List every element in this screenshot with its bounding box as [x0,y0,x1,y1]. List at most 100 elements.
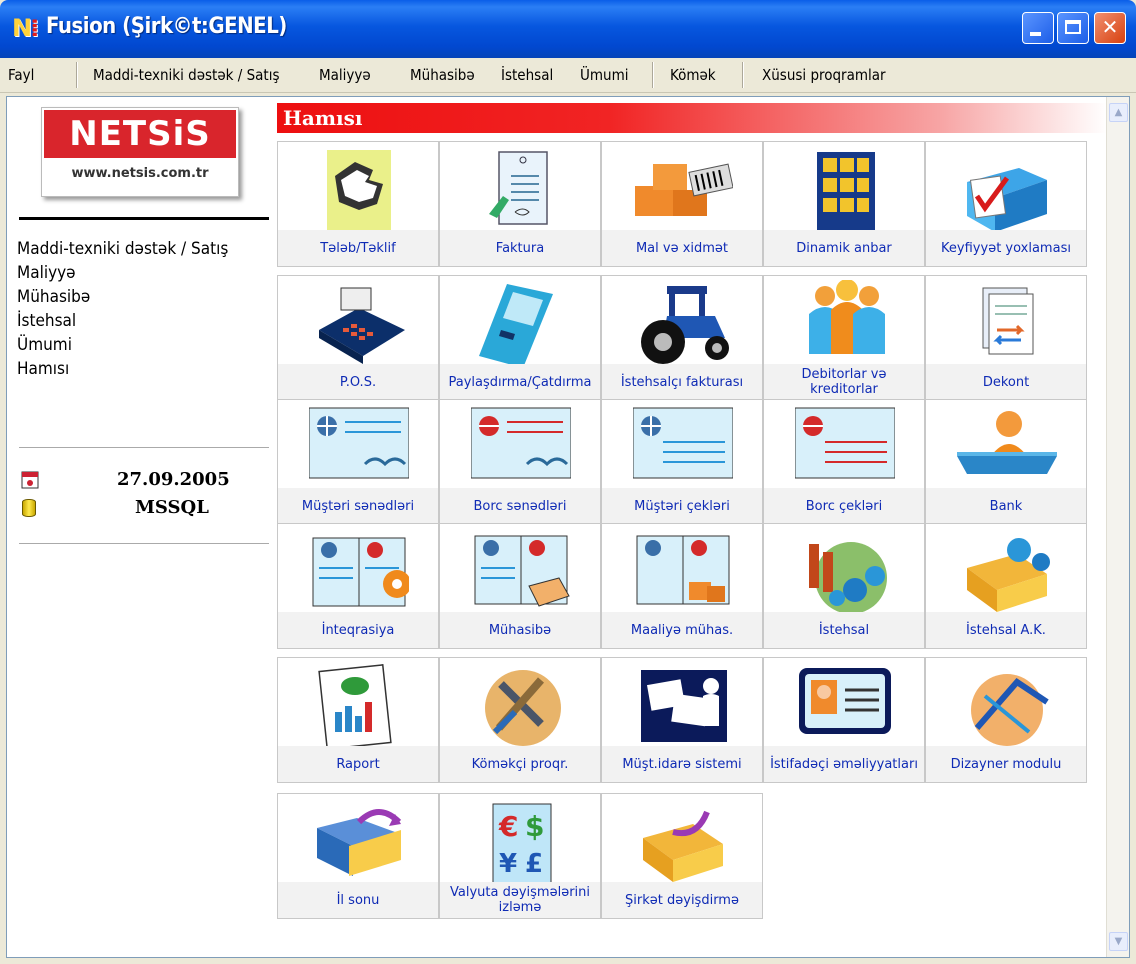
close-button[interactable] [1094,12,1126,44]
module-tile-label: İl sonu [278,882,438,918]
menu-accounting[interactable]: Mühasibə [410,66,475,84]
menu-help[interactable]: Kömək [670,66,716,84]
bank-person-icon [957,411,1057,474]
module-tile[interactable]: Keyfiyyət yoxlaması [925,141,1087,267]
nav-item-general[interactable]: Ümumi [17,333,257,357]
module-tile-label: Dizayner modulu [926,746,1086,782]
module-tile[interactable]: Şirkət dəyişdirmə [601,793,763,919]
module-tile[interactable]: Dinamik anbar [763,141,925,267]
invoice-icon [489,151,548,225]
menu-bar: Fayl Maddi-texniki dəstək / Satış Maliyy… [0,58,1136,93]
netsis-logo[interactable]: NETSiS www.netsis.com.tr [41,107,239,197]
app-logo-letter: N [12,14,32,42]
module-tile[interactable]: Bank [925,399,1087,525]
module-tile-label: Bank [926,488,1086,524]
sidebar: NETSiS www.netsis.com.tr Maddi-texniki d… [7,97,277,957]
module-tile-label: Valyuta dəyişmələrini izləmə [440,882,600,918]
module-tile[interactable]: Tələb/Təklif [277,141,439,267]
module-tile[interactable]: Borc sənədləri [439,399,601,525]
module-tile[interactable]: Müşt.idarə sistemi [601,657,763,783]
module-tile[interactable]: Köməkçi proqr. [439,657,601,783]
menu-special-programs[interactable]: Xüsusi proqramlar [762,66,886,84]
module-tile-label: İstifadəçi əməliyyatları [764,746,924,782]
module-tile[interactable]: Debitorlar və kreditorlar [763,275,925,401]
module-tile[interactable]: Dizayner modulu [925,657,1087,783]
scroll-up-icon[interactable]: ▲ [1109,103,1128,122]
module-tile-label: Borc sənədləri [440,488,600,524]
menu-production[interactable]: İstehsal [501,66,553,84]
module-tile-label: İnteqrasiya [278,612,438,648]
debt-cheque-icon [795,407,895,479]
client-area: NETSiS www.netsis.com.tr Maddi-texniki d… [6,96,1130,958]
module-tile[interactable]: İl sonu [277,793,439,919]
module-tile[interactable]: P.O.S. [277,275,439,401]
module-tile[interactable]: İstifadəçi əməliyyatları [763,657,925,783]
folder-arrow-icon [317,809,402,876]
module-tile-label: Müştəri sənədləri [278,488,438,524]
svg-text:€: € [498,810,518,843]
section-header: Hamısı [277,103,1107,133]
module-tile[interactable]: Müştəri çekləri [601,399,763,525]
module-tile[interactable]: Raport [277,657,439,783]
nav-item-all[interactable]: Hamısı [17,357,257,381]
nav-item-logistics-sales[interactable]: Maddi-texniki dəstək / Satış [17,237,257,261]
menu-file[interactable]: Fayl [8,66,34,84]
module-tile-label: Debitorlar və kreditorlar [764,364,924,400]
divider [19,447,269,448]
designer-icon [971,674,1049,746]
module-tile[interactable]: Müştəri sənədləri [277,399,439,525]
module-tile[interactable]: Mal və xidmət [601,141,763,267]
module-tile[interactable]: Mühasibə [439,523,601,649]
menu-separator [76,62,77,88]
menu-separator [742,62,743,88]
module-tile-label: Tələb/Təklif [278,230,438,266]
window-title: Fusion (Şirk©t:GENEL) [46,14,287,39]
module-tile[interactable]: İstehsal [763,523,925,649]
module-tile-label: Borc çekləri [764,488,924,524]
module-tile-label: Raport [278,746,438,782]
report-chart-icon [318,664,392,750]
svg-text:£: £ [525,849,543,879]
module-tile[interactable]: Borc çekləri [763,399,925,525]
nav-item-finance[interactable]: Maliyyə [17,261,257,285]
module-tile-label: İstehsal [764,612,924,648]
module-tile[interactable]: İstehsalçı fakturası [601,275,763,401]
minimize-button[interactable] [1022,12,1054,44]
book-gear-icon [312,537,409,607]
customer-cheque-icon [633,407,733,479]
module-tile-label: Maaliyə mühas. [602,612,762,648]
module-tile[interactable]: İnteqrasiya [277,523,439,649]
brand-url: www.netsis.com.tr [71,166,209,181]
divider [19,217,269,220]
pos-terminal-icon [319,287,405,364]
nav-item-production[interactable]: İstehsal [17,309,257,333]
module-tile-label: Müşt.idarə sistemi [602,746,762,782]
module-tile-label: Mühasibə [440,612,600,648]
menu-finance[interactable]: Maliyyə [319,66,371,84]
menu-general[interactable]: Ümumi [580,66,628,84]
title-bar[interactable]: N⁞ Fusion (Şirk©t:GENEL) [0,0,1136,58]
brand-name: NETSiS [44,110,236,158]
hands-icon [327,150,391,230]
maximize-button[interactable] [1057,12,1089,44]
vertical-scrollbar[interactable]: ▲ ▼ [1106,97,1129,957]
module-tile[interactable]: € $ ¥ £ Valyuta dəyişmələrini izləmə [439,793,601,919]
module-tile[interactable]: İstehsal A.K. [925,523,1087,649]
menu-logistics-sales[interactable]: Maddi-texniki dəstək / Satış [93,66,279,84]
module-tile[interactable]: Faktura [439,141,601,267]
people-icon [809,280,885,354]
book-calculator-icon [474,535,570,607]
module-tile[interactable]: Maaliyə mühas. [601,523,763,649]
calendar-icon [21,471,39,489]
debt-docs-icon [471,407,571,479]
module-tile[interactable]: Paylaşdırma/Çatdırma [439,275,601,401]
module-tile[interactable]: Dekont [925,275,1087,401]
module-tile-label: P.O.S. [278,364,438,400]
quality-check-icon [967,168,1047,232]
module-tile-label: İstehsal A.K. [926,612,1086,648]
customer-docs-icon [309,407,409,479]
scroll-down-icon[interactable]: ▼ [1109,932,1128,951]
session-date: 27.09.2005 [117,469,230,490]
warehouse-shelf-icon [817,152,875,230]
nav-item-accounting[interactable]: Mühasibə [17,285,257,309]
